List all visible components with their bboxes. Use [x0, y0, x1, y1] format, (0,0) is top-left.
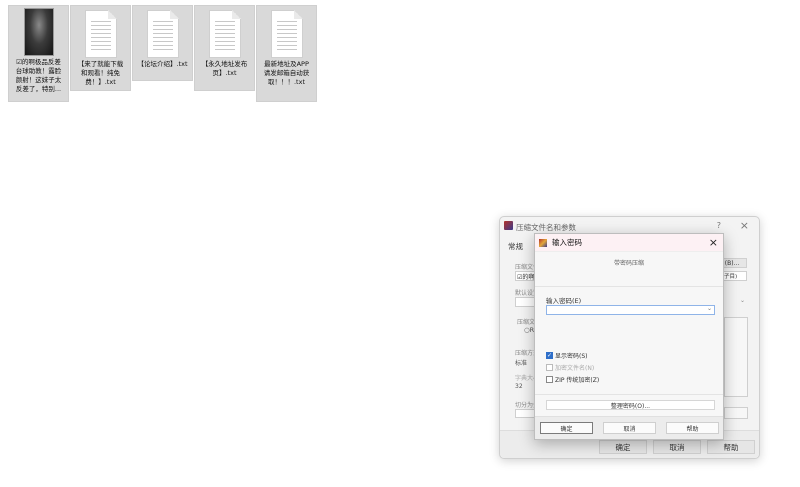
- ok-button[interactable]: 确定: [599, 440, 647, 454]
- close-icon[interactable]: ×: [740, 219, 749, 232]
- help-button[interactable]: 帮助: [707, 440, 755, 454]
- checkbox-icon: [546, 376, 553, 383]
- help-icon[interactable]: ?: [717, 221, 721, 230]
- method-value[interactable]: 标准: [515, 358, 527, 367]
- password-label: 输入密码(E): [546, 297, 582, 305]
- dialog-title: 输入密码: [552, 238, 582, 247]
- encrypt-filenames-label: 加密文件名(N): [555, 365, 595, 372]
- chevron-down-icon: ⌄: [740, 297, 746, 304]
- checkbox-icon: [546, 364, 553, 371]
- options-panel: [724, 317, 748, 397]
- enter-password-dialog: 输入密码 × 带密码压缩 输入密码(E) ⌄ ✓ 显示密码(S) 加密文件名(N…: [534, 233, 724, 440]
- file-item-txt[interactable]: 最新地址及APP请发邮箱自动获取！！！.txt: [256, 5, 317, 102]
- chevron-down-icon[interactable]: ⌄: [707, 305, 712, 312]
- file-name: 【来了就能下载和观看！纯免费！】.txt: [77, 60, 124, 86]
- file-item-txt[interactable]: 【来了就能下载和观看！纯免费！】.txt: [70, 5, 131, 91]
- file-name: 【永久地址发布页】.txt: [201, 60, 248, 77]
- desktop-file-list: ☑的啊极品反差台球助教！露脸颜射！这妹子太反差了，特别... 【来了就能下载和观…: [8, 5, 317, 102]
- text-file-icon: [146, 10, 179, 58]
- winrar-icon: [504, 221, 513, 230]
- password-input[interactable]: ⌄: [546, 305, 715, 315]
- format-radio[interactable]: ○R: [524, 326, 534, 334]
- show-password-checkbox[interactable]: ✓ 显示密码(S): [546, 351, 588, 360]
- profile-select[interactable]: 子目): [722, 271, 747, 281]
- tab-general[interactable]: 常规: [508, 241, 523, 252]
- dialog-footer: 确定 取消 帮助: [535, 416, 723, 439]
- default-settings-field[interactable]: [515, 297, 535, 307]
- help-button[interactable]: 帮助: [666, 422, 719, 434]
- image-thumbnail: [23, 8, 54, 56]
- file-item-image[interactable]: ☑的啊极品反差台球助教！露脸颜射！这妹子太反差了，特别...: [8, 5, 69, 102]
- text-file-icon: [270, 10, 303, 58]
- file-name: 最新地址及APP请发邮箱自动获取！！！.txt: [263, 60, 310, 86]
- winrar-icon: [539, 238, 547, 247]
- dialog-titlebar: 输入密码 ×: [535, 234, 723, 252]
- encrypt-filenames-checkbox: 加密文件名(N): [546, 363, 594, 372]
- cancel-button[interactable]: 取消: [603, 422, 656, 434]
- dialog-subtitle: 带密码压缩: [613, 260, 644, 267]
- dialog-title: 压缩文件名和参数: [516, 223, 576, 232]
- separator: [535, 394, 723, 395]
- text-file-icon: [208, 10, 241, 58]
- zip-legacy-checkbox[interactable]: ZIP 传统加密(Z): [546, 375, 599, 384]
- separator: [535, 286, 723, 287]
- cancel-button[interactable]: 取消: [653, 440, 701, 454]
- dictionary-value[interactable]: 32: [515, 383, 523, 390]
- file-item-txt[interactable]: 【永久地址发布页】.txt: [194, 5, 255, 91]
- password-field[interactable]: [547, 306, 697, 315]
- close-icon[interactable]: ×: [709, 236, 718, 249]
- ok-button[interactable]: 确定: [540, 422, 593, 434]
- file-name: ☑的啊极品反差台球助教！露脸颜射！这妹子太反差了，特别...: [15, 58, 62, 93]
- organize-passwords-button[interactable]: 整理密码(O)...: [546, 400, 715, 410]
- file-item-txt[interactable]: 【论坛介绍】.txt: [132, 5, 193, 81]
- file-name: 【论坛介绍】.txt: [137, 60, 188, 68]
- show-password-label: 显示密码(S): [555, 353, 588, 360]
- checkbox-checked-icon: ✓: [546, 351, 553, 359]
- text-file-icon: [84, 10, 117, 58]
- zip-legacy-label: ZIP 传统加密(Z): [555, 377, 600, 384]
- options-panel-lower: [724, 407, 748, 419]
